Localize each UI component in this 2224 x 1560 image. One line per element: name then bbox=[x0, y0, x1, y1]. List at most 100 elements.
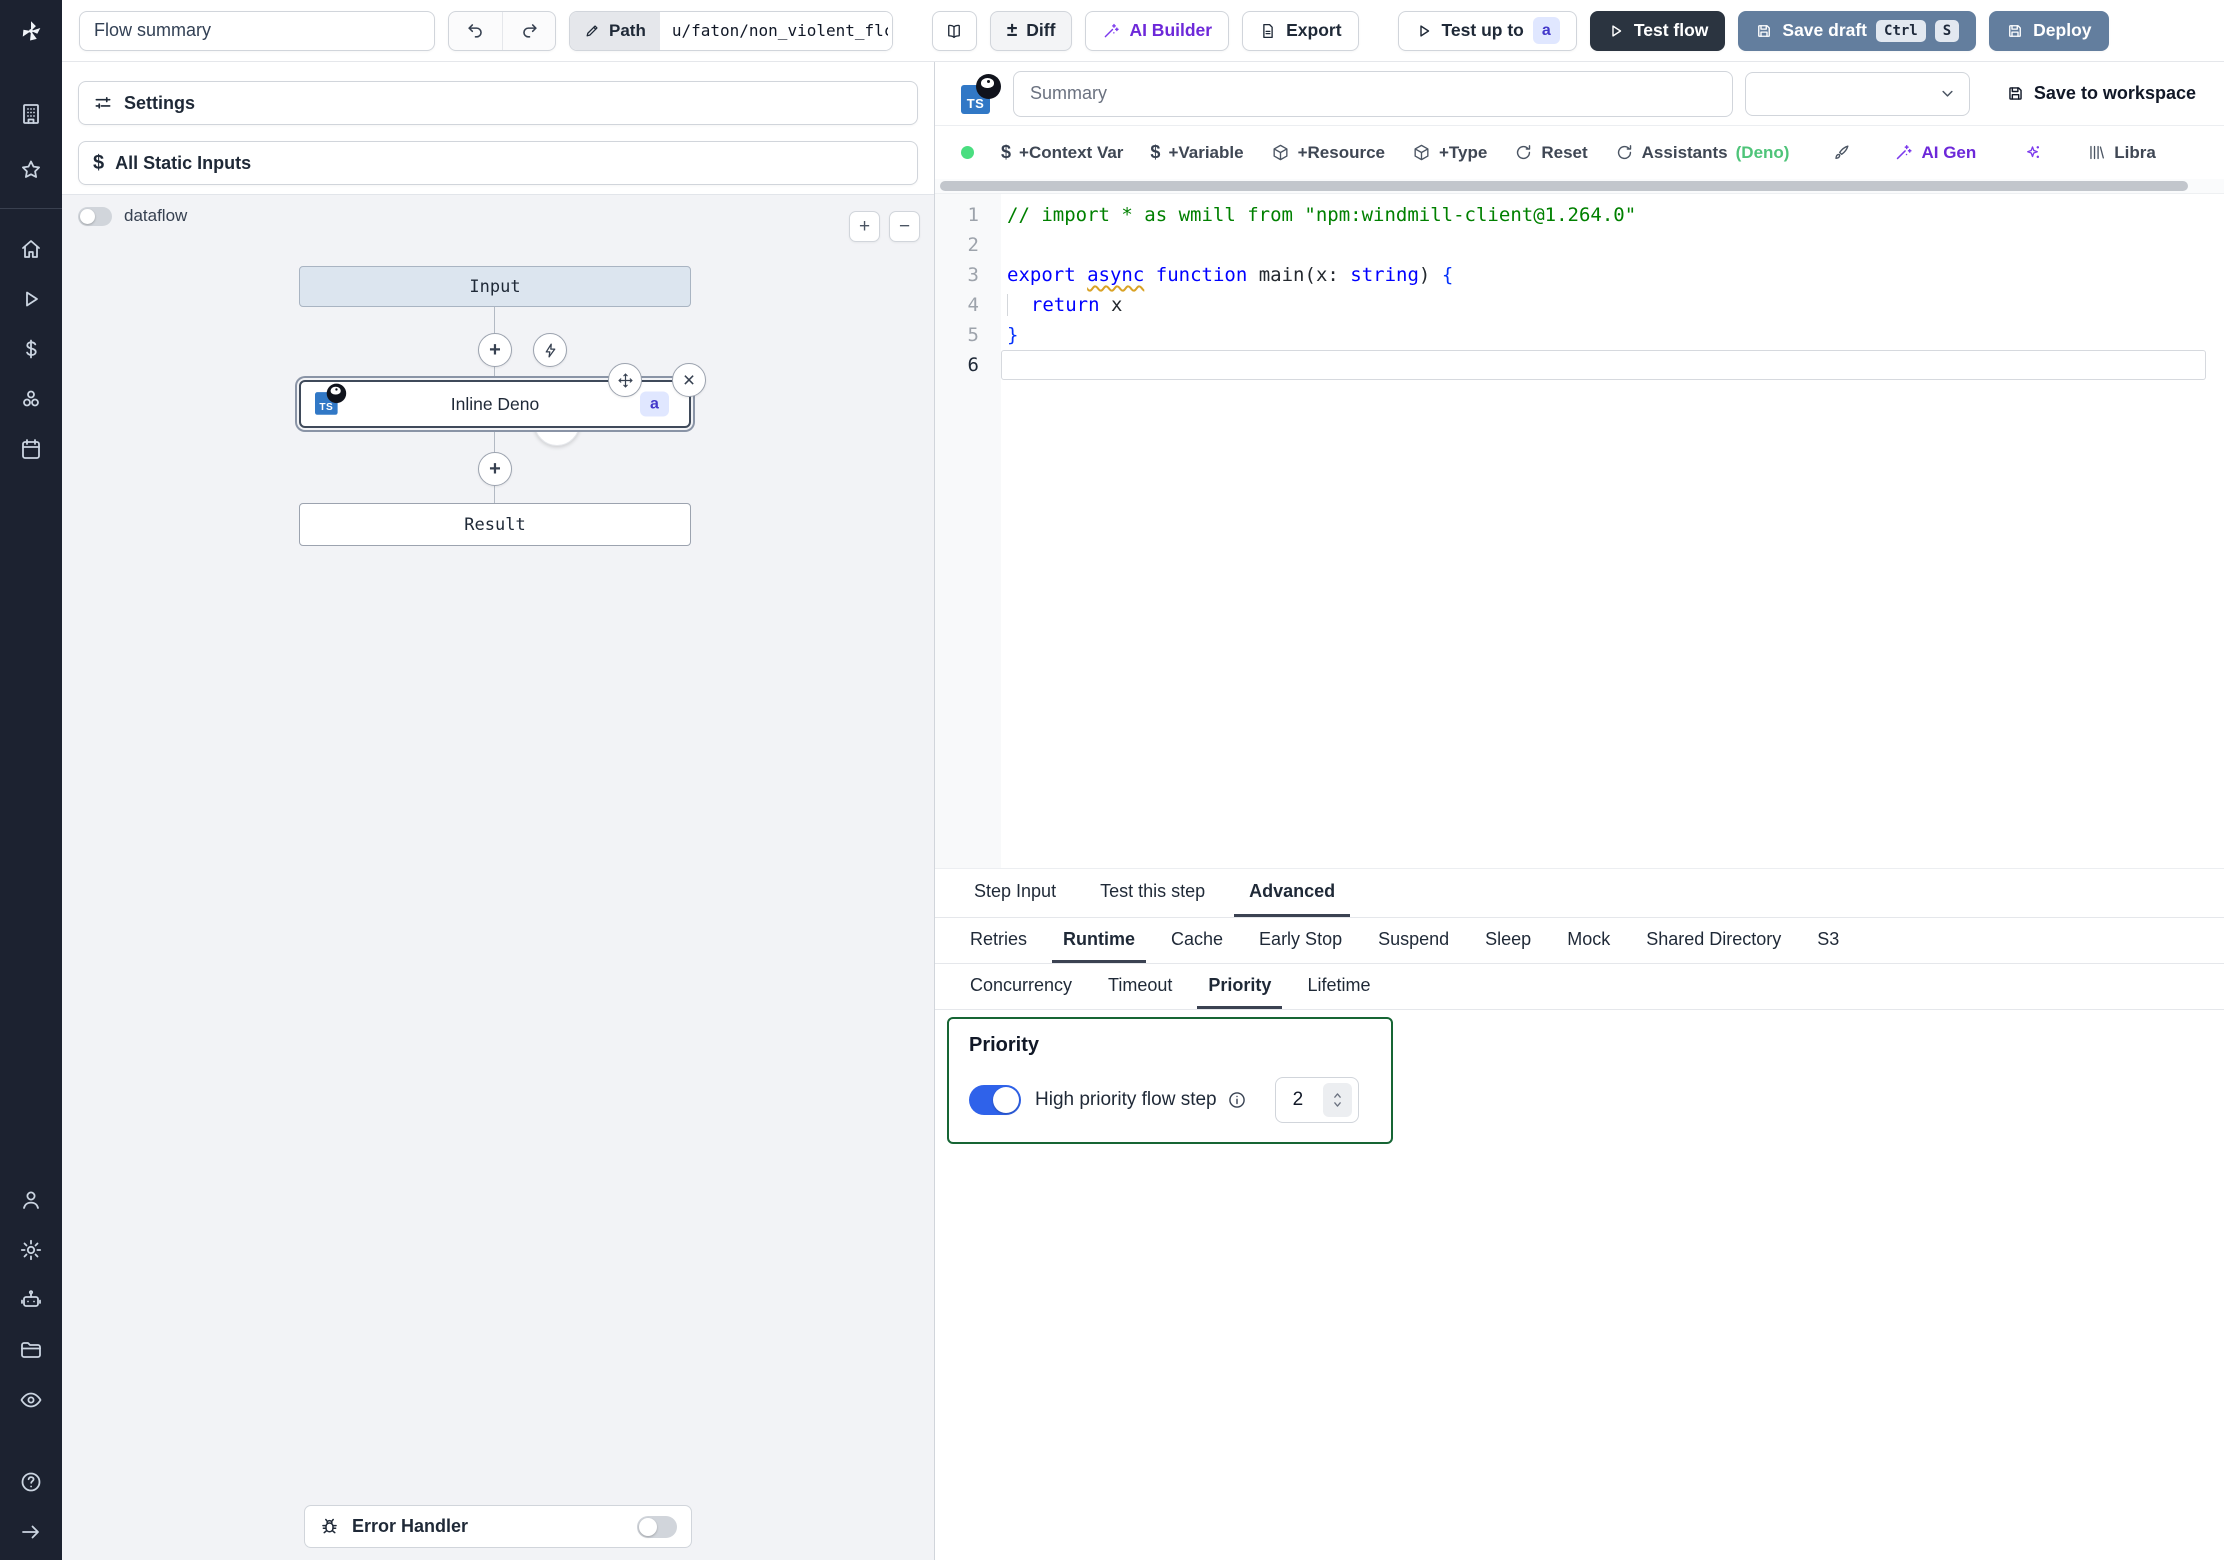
code-text[interactable]: return x bbox=[1001, 290, 2224, 320]
ai-sparkles-button[interactable] bbox=[2023, 143, 2042, 162]
code-text[interactable] bbox=[1001, 230, 2224, 260]
code-text[interactable]: } bbox=[1001, 320, 2224, 350]
tab-cache[interactable]: Cache bbox=[1160, 918, 1234, 963]
tab-mock[interactable]: Mock bbox=[1556, 918, 1621, 963]
add-context-var-button[interactable]: $+Context Var bbox=[1001, 142, 1123, 163]
save-draft-button[interactable]: Save draft CtrlS bbox=[1738, 11, 1976, 51]
typescript-deno-icon: TS bbox=[961, 74, 1001, 114]
tab-sleep[interactable]: Sleep bbox=[1474, 918, 1542, 963]
left-rail bbox=[0, 0, 62, 1560]
code-text[interactable] bbox=[1001, 350, 2206, 380]
path-button[interactable]: Path bbox=[570, 12, 660, 50]
code-line-1[interactable]: 1// import * as wmill from "npm:windmill… bbox=[935, 200, 2224, 230]
reset-button[interactable]: Reset bbox=[1514, 143, 1587, 163]
flow-settings-button[interactable]: Settings bbox=[78, 81, 918, 125]
error-handler-toggle[interactable] bbox=[637, 1516, 677, 1538]
apps-icon[interactable] bbox=[19, 387, 43, 411]
zoom-out-button[interactable]: − bbox=[889, 211, 920, 242]
number-stepper[interactable] bbox=[1323, 1083, 1352, 1117]
star-icon[interactable] bbox=[19, 158, 43, 182]
move-step-button[interactable] bbox=[608, 363, 642, 397]
kbd-ctrl: Ctrl bbox=[1876, 20, 1926, 42]
user-icon[interactable] bbox=[19, 1188, 43, 1212]
zoom-in-button[interactable]: + bbox=[849, 211, 880, 242]
tab-step-input[interactable]: Step Input bbox=[959, 869, 1071, 917]
library-button[interactable]: Libra bbox=[2087, 143, 2156, 163]
code-line-3[interactable]: 3export async function main(x: string) { bbox=[935, 260, 2224, 290]
help-icon[interactable] bbox=[19, 1470, 43, 1494]
dataflow-toggle[interactable] bbox=[78, 207, 112, 226]
summary-input[interactable] bbox=[1013, 71, 1733, 117]
code-line-2[interactable]: 2 bbox=[935, 230, 2224, 260]
flow-summary-input[interactable] bbox=[79, 11, 435, 51]
windmill-logo-icon[interactable] bbox=[0, 0, 62, 62]
tab-suspend[interactable]: Suspend bbox=[1367, 918, 1460, 963]
ai-builder-button[interactable]: AI Builder bbox=[1085, 11, 1229, 51]
folder-icon[interactable] bbox=[19, 1338, 43, 1362]
format-button[interactable] bbox=[1832, 143, 1851, 162]
play-icon bbox=[1415, 22, 1433, 40]
all-static-inputs-button[interactable]: $ All Static Inputs bbox=[78, 141, 918, 185]
add-step-button[interactable]: + bbox=[478, 333, 512, 367]
add-trigger-button[interactable] bbox=[533, 333, 567, 367]
add-step-button-2[interactable]: + bbox=[478, 452, 512, 486]
editor-header: TS Save to workspace bbox=[935, 62, 2224, 126]
ai-gen-button[interactable]: AI Gen bbox=[1894, 143, 1976, 163]
eye-icon[interactable] bbox=[19, 1388, 43, 1412]
tab-early-stop[interactable]: Early Stop bbox=[1248, 918, 1353, 963]
add-variable-button[interactable]: $+Variable bbox=[1150, 142, 1243, 163]
tab-concurrency[interactable]: Concurrency bbox=[959, 964, 1083, 1009]
code-line-4[interactable]: 4 return x bbox=[935, 290, 2224, 320]
flow-node-result[interactable]: Result bbox=[299, 503, 691, 546]
tab-advanced[interactable]: Advanced bbox=[1234, 869, 1350, 917]
library-icon bbox=[2087, 143, 2106, 162]
priority-number-input[interactable]: 2 bbox=[1275, 1077, 1359, 1123]
test-up-to-button[interactable]: Test up to a bbox=[1398, 11, 1577, 51]
tab-test-this-step[interactable]: Test this step bbox=[1085, 869, 1220, 917]
add-type-button[interactable]: +Type bbox=[1412, 143, 1487, 163]
tab-timeout[interactable]: Timeout bbox=[1097, 964, 1183, 1009]
code-editor[interactable]: 1// import * as wmill from "npm:windmill… bbox=[935, 193, 2224, 868]
export-button[interactable]: Export bbox=[1242, 11, 1358, 51]
code-line-5[interactable]: 5} bbox=[935, 320, 2224, 350]
path-input[interactable] bbox=[660, 12, 892, 50]
add-resource-button[interactable]: +Resource bbox=[1271, 143, 1385, 163]
save-to-workspace-button[interactable]: Save to workspace bbox=[2006, 83, 2196, 104]
tab-lifetime[interactable]: Lifetime bbox=[1296, 964, 1381, 1009]
step-id-badge: a bbox=[640, 392, 669, 417]
tab-s3[interactable]: S3 bbox=[1806, 918, 1850, 963]
tab-retries[interactable]: Retries bbox=[959, 918, 1038, 963]
building-icon[interactable] bbox=[19, 102, 43, 126]
redo-icon bbox=[520, 21, 539, 40]
code-line-6[interactable]: 6 bbox=[935, 350, 2224, 380]
redo-button[interactable] bbox=[502, 12, 555, 50]
undo-button[interactable] bbox=[449, 12, 502, 50]
home-icon[interactable] bbox=[19, 237, 43, 261]
scrollbar-thumb[interactable] bbox=[940, 181, 2188, 191]
code-text[interactable]: export async function main(x: string) { bbox=[1001, 260, 2224, 290]
delete-step-button[interactable]: × bbox=[672, 363, 706, 397]
calendar-icon[interactable] bbox=[19, 437, 43, 461]
docs-button[interactable] bbox=[932, 11, 977, 51]
test-flow-button[interactable]: Test flow bbox=[1590, 11, 1726, 51]
tab-runtime[interactable]: Runtime bbox=[1052, 918, 1146, 963]
error-handler-row[interactable]: Error Handler bbox=[304, 1505, 692, 1548]
play-icon[interactable] bbox=[19, 287, 43, 311]
info-icon[interactable] bbox=[1227, 1090, 1247, 1110]
horizontal-scrollbar[interactable] bbox=[935, 179, 2224, 193]
flow-canvas[interactable]: dataflow + − Input + × TS Inline Deno bbox=[62, 194, 934, 1560]
wand-icon bbox=[1894, 143, 1913, 162]
assistants-button[interactable]: Assistants (Deno) bbox=[1615, 143, 1790, 163]
diff-button[interactable]: ±Diff bbox=[990, 11, 1073, 51]
deploy-button[interactable]: Deploy bbox=[1989, 11, 2108, 51]
gear-icon[interactable] bbox=[19, 1238, 43, 1262]
script-version-select[interactable] bbox=[1745, 72, 1970, 116]
code-text[interactable]: // import * as wmill from "npm:windmill-… bbox=[1001, 200, 2224, 230]
flow-node-input[interactable]: Input bbox=[299, 266, 691, 307]
dollar-icon[interactable] bbox=[19, 337, 43, 361]
robot-icon[interactable] bbox=[19, 1288, 43, 1312]
tab-priority[interactable]: Priority bbox=[1197, 964, 1282, 1009]
tab-shared-directory[interactable]: Shared Directory bbox=[1635, 918, 1792, 963]
high-priority-toggle[interactable] bbox=[969, 1085, 1021, 1115]
arrow-right-icon[interactable] bbox=[19, 1520, 43, 1544]
